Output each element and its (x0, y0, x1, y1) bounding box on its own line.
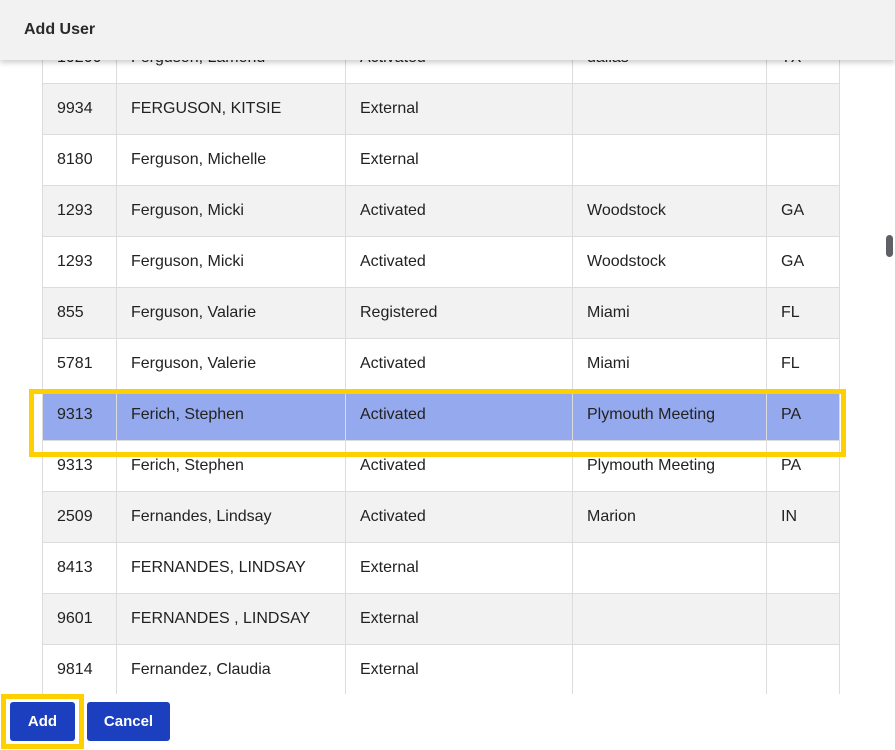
table-row[interactable]: 1293 Ferguson, Micki Activated Woodstock GA (42, 236, 840, 288)
table-row[interactable]: 9814 Fernandez, Claudia External (42, 644, 840, 694)
dialog-title: Add User (24, 21, 96, 38)
user-id-cell: 2509 (42, 491, 117, 543)
user-list: 10200Ferguson, LamondActivateddallasTX99… (0, 32, 895, 694)
user-id-cell: 8180 (42, 134, 117, 186)
user-name-cell: Ferguson, Valerie (116, 338, 346, 390)
user-name-cell: FERGUSON, KITSIE (116, 83, 346, 135)
user-name-cell: Ferguson, Micki (116, 236, 346, 288)
table-row[interactable]: 9601 FERNANDES , LINDSAY External (42, 593, 840, 645)
user-status-cell: External (345, 542, 573, 594)
user-status-cell: Activated (345, 236, 573, 288)
user-status-cell: External (345, 134, 573, 186)
table-row[interactable]: 8180 Ferguson, Michelle External (42, 134, 840, 186)
user-city-cell (572, 134, 767, 186)
user-status-cell: Activated (345, 491, 573, 543)
user-id-cell: 1293 (42, 185, 117, 237)
user-state-cell (766, 134, 840, 186)
user-city-cell: Marion (572, 491, 767, 543)
user-name-cell: Fernandez, Claudia (116, 644, 346, 694)
user-status-cell: Activated (345, 185, 573, 237)
user-city-cell: Miami (572, 338, 767, 390)
user-name-cell: Ferguson, Michelle (116, 134, 346, 186)
table-row[interactable]: 2509 Fernandes, Lindsay Activated Marion IN (42, 491, 840, 543)
user-id-cell: 9934 (42, 83, 117, 135)
user-city-cell: Woodstock (572, 236, 767, 288)
user-city-cell: Miami (572, 287, 767, 339)
user-city-cell (572, 83, 767, 135)
user-id-cell: 1293 (42, 236, 117, 288)
user-table: 10200Ferguson, LamondActivateddallasTX99… (42, 32, 840, 694)
user-state-cell: FL (766, 338, 840, 390)
table-row[interactable]: 5781 Ferguson, Valerie Activated Miami FL (42, 338, 840, 390)
user-name-cell: Fernandes, Lindsay (116, 491, 346, 543)
user-status-cell: External (345, 644, 573, 694)
user-name-cell: Ferguson, Valarie (116, 287, 346, 339)
dialog-header: Add User (0, 0, 895, 60)
user-city-cell: Woodstock (572, 185, 767, 237)
user-state-cell: FL (766, 287, 840, 339)
table-row[interactable]: 855 Ferguson, Valarie Registered Miami FL (42, 287, 840, 339)
user-state-cell (766, 542, 840, 594)
user-state-cell (766, 593, 840, 645)
table-row[interactable]: 1293 Ferguson, Micki Activated Woodstock GA (42, 185, 840, 237)
user-state-cell: IN (766, 491, 840, 543)
table-row[interactable]: 8413 FERNANDES, LINDSAY External (42, 542, 840, 594)
user-name-cell: FERNANDES, LINDSAY (116, 542, 346, 594)
add-button[interactable]: Add (10, 702, 75, 741)
user-id-cell: 855 (42, 287, 117, 339)
user-city-cell (572, 542, 767, 594)
user-status-cell: External (345, 593, 573, 645)
user-name-cell: Ferguson, Micki (116, 185, 346, 237)
scrollbar-thumb[interactable] (886, 235, 893, 257)
cancel-button[interactable]: Cancel (87, 702, 170, 741)
user-id-cell: 9814 (42, 644, 117, 694)
dialog-footer: Add Cancel (0, 694, 895, 750)
user-state-cell: GA (766, 185, 840, 237)
selected-row-highlight (29, 389, 846, 457)
user-id-cell: 9601 (42, 593, 117, 645)
user-status-cell: External (345, 83, 573, 135)
user-city-cell (572, 593, 767, 645)
table-row[interactable]: 9934 FERGUSON, KITSIE External (42, 83, 840, 135)
user-id-cell: 5781 (42, 338, 117, 390)
user-state-cell (766, 644, 840, 694)
user-status-cell: Registered (345, 287, 573, 339)
user-name-cell: FERNANDES , LINDSAY (116, 593, 346, 645)
user-state-cell (766, 83, 840, 135)
user-id-cell: 8413 (42, 542, 117, 594)
user-state-cell: GA (766, 236, 840, 288)
user-status-cell: Activated (345, 338, 573, 390)
user-city-cell (572, 644, 767, 694)
